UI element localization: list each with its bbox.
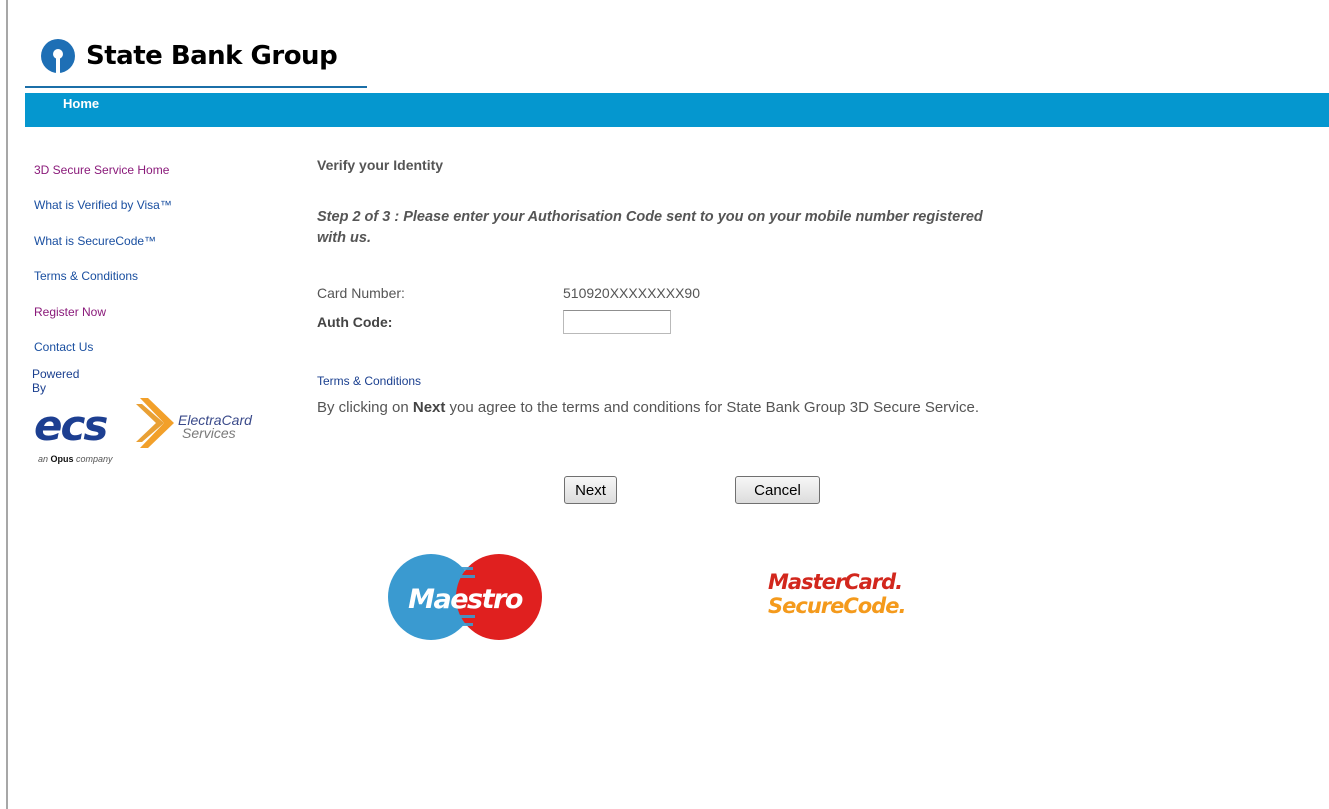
brand-name: State Bank Group — [86, 41, 338, 71]
sidebar-item-securecode[interactable]: What is SecureCode™ — [34, 234, 156, 248]
logo-underline — [25, 86, 367, 88]
ecs-electracard-logo: ecs ElectraCard Services an Opus company — [34, 398, 253, 464]
sidebar-item-verified-by-visa[interactable]: What is Verified by Visa™ — [34, 198, 172, 212]
securecode-wordmark: SecureCode. — [768, 594, 906, 618]
card-number-value: 510920XXXXXXXX90 — [563, 285, 700, 301]
sidebar-item-terms[interactable]: Terms & Conditions — [34, 269, 138, 283]
sidebar-item-register[interactable]: Register Now — [34, 305, 106, 319]
svg-text:an Opus company: an Opus company — [38, 454, 113, 464]
auth-code-input[interactable] — [563, 310, 671, 334]
maestro-logo: Maestro — [388, 554, 542, 640]
card-number-label: Card Number: — [317, 285, 405, 301]
page-heading: Verify your Identity — [317, 157, 444, 173]
terms-link[interactable]: Terms & Conditions — [317, 374, 421, 388]
sidebar-item-3d-secure-home[interactable]: 3D Secure Service Home — [34, 163, 169, 177]
next-button[interactable]: Next — [564, 476, 617, 504]
ecs-line2: Services — [182, 425, 236, 441]
terms-agreement-text: By clicking on Next you agree to the ter… — [317, 399, 980, 416]
sbi-logo[interactable]: State Bank Group — [40, 38, 338, 74]
mastercard-securecode-logo: MasterCard. SecureCode. — [768, 570, 906, 618]
step-instructions: Step 2 of 3 : Please enter your Authoris… — [317, 209, 983, 246]
nav-home-link[interactable]: Home — [63, 96, 99, 111]
auth-code-label: Auth Code: — [317, 314, 393, 330]
page-left-border — [6, 0, 8, 809]
sbi-keyhole-icon — [41, 39, 75, 73]
cancel-button[interactable]: Cancel — [735, 476, 820, 504]
maestro-wordmark: Maestro — [408, 584, 523, 615]
mastercard-wordmark: MasterCard. — [768, 570, 903, 594]
ecs-wordmark: ecs — [34, 401, 107, 450]
sidebar-item-contact[interactable]: Contact Us — [34, 340, 93, 354]
top-nav-bar: Home — [25, 93, 1329, 127]
